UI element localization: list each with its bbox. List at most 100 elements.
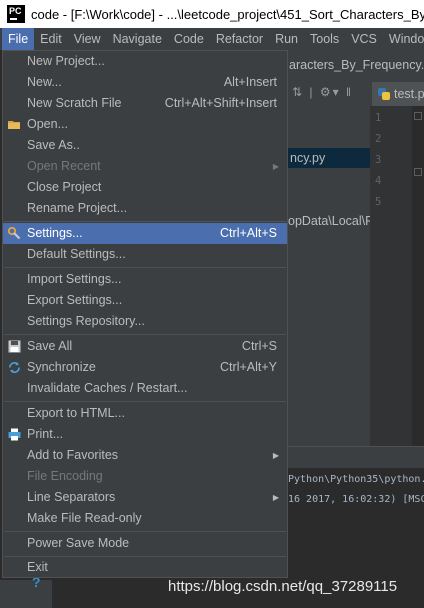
menu-navigate[interactable]: Navigate xyxy=(107,28,168,50)
menu-item-shortcut: Ctrl+Alt+Y xyxy=(220,360,277,374)
menu-item-new-project[interactable]: New Project... xyxy=(3,51,287,72)
menu-item-label: Default Settings... xyxy=(27,247,126,261)
menu-item-label: Export Settings... xyxy=(27,293,123,307)
menu-item-label: Rename Project... xyxy=(27,201,128,215)
menu-item-export-settings[interactable]: Export Settings... xyxy=(3,290,287,311)
tool-window-icons[interactable]: ⇅ | ⚙▾ ‖ xyxy=(292,85,353,99)
menu-item-label: New Scratch File xyxy=(27,96,122,110)
console-line: 16 2017, 16:02:32) [MSC xyxy=(288,494,424,505)
menu-window[interactable]: Windo xyxy=(383,28,424,50)
run-panel-header xyxy=(288,446,424,469)
menu-separator xyxy=(4,334,286,335)
wrench-icon xyxy=(8,227,21,240)
menu-item-make-read-only[interactable]: Make File Read-only xyxy=(3,508,287,529)
file-menu-dropdown: New Project... New... Alt+Insert New Scr… xyxy=(2,50,288,578)
line-number: 3 xyxy=(375,154,382,166)
menu-view[interactable]: View xyxy=(68,28,107,50)
menu-item-default-settings[interactable]: Default Settings... xyxy=(3,244,287,265)
menu-item-label: New... xyxy=(27,75,62,89)
pycharm-logo-icon: PC xyxy=(7,5,25,23)
menu-item-label: Open Recent xyxy=(27,159,101,173)
menu-item-new[interactable]: New... Alt+Insert xyxy=(3,72,287,93)
window-title: code - [F:\Work\code] - ...\leetcode_pro… xyxy=(31,6,424,22)
menu-item-shortcut: Alt+Insert xyxy=(223,75,277,89)
menu-item-settings[interactable]: Settings... Ctrl+Alt+S xyxy=(3,223,287,244)
menu-tools[interactable]: Tools xyxy=(304,28,345,50)
editor-tab[interactable]: test.p xyxy=(372,82,424,106)
menu-item-label: Power Save Mode xyxy=(27,536,130,550)
menu-item-add-to-favorites[interactable]: Add to Favorites ▶ xyxy=(3,445,287,466)
fold-marker-icon[interactable] xyxy=(414,168,422,176)
menu-item-label: Synchronize xyxy=(27,360,96,374)
menu-item-label: Add to Favorites xyxy=(27,448,119,462)
folder-icon xyxy=(8,121,20,129)
menu-code[interactable]: Code xyxy=(168,28,210,50)
menu-item-label: Settings Repository... xyxy=(27,314,145,328)
menu-item-print[interactable]: Print... xyxy=(3,424,287,445)
watermark-text: https://blog.csdn.net/qq_37289115 xyxy=(168,578,398,595)
menu-separator xyxy=(4,221,286,222)
menu-item-label: Make File Read-only xyxy=(27,511,142,525)
menu-item-rename-project[interactable]: Rename Project... xyxy=(3,198,287,219)
menu-bar: File Edit View Navigate Code Refactor Ru… xyxy=(0,28,424,50)
submenu-arrow-icon: ▶ xyxy=(272,162,279,171)
menu-item-save-as[interactable]: Save As.. xyxy=(3,135,287,156)
menu-item-shortcut: Ctrl+Alt+Shift+Insert xyxy=(164,96,277,110)
menu-item-save-all[interactable]: Save All Ctrl+S xyxy=(3,336,287,357)
console-line: Python\Python35\python. xyxy=(288,474,424,485)
save-icon xyxy=(8,340,21,353)
menu-item-settings-repository[interactable]: Settings Repository... xyxy=(3,311,287,332)
menu-item-label: New Project... xyxy=(27,54,105,68)
menu-item-label: Save As.. xyxy=(27,138,80,152)
menu-item-shortcut: Ctrl+S xyxy=(241,339,277,353)
menu-item-label: Open... xyxy=(27,117,68,131)
menu-item-file-encoding: File Encoding xyxy=(3,466,287,487)
menu-item-label: File Encoding xyxy=(27,469,103,483)
menu-item-shortcut: Ctrl+Alt+S xyxy=(220,226,277,240)
menu-separator xyxy=(4,267,286,268)
menu-item-label: Settings... xyxy=(27,226,83,240)
menu-item-label: Save All xyxy=(27,339,73,353)
menu-separator xyxy=(4,531,286,532)
menu-item-synchronize[interactable]: Synchronize Ctrl+Alt+Y xyxy=(3,357,287,378)
submenu-arrow-icon: ▶ xyxy=(272,451,279,460)
fold-marker-icon[interactable] xyxy=(414,112,422,120)
line-number: 2 xyxy=(375,133,382,145)
menu-edit[interactable]: Edit xyxy=(34,28,68,50)
project-tree-path[interactable]: opData\Local\F xyxy=(288,214,373,228)
breadcrumb[interactable]: aracters_By_Frequency.py xyxy=(289,58,424,72)
menu-vcs[interactable]: VCS xyxy=(345,28,383,50)
menu-separator xyxy=(4,401,286,402)
menu-run[interactable]: Run xyxy=(269,28,304,50)
menu-item-label: Close Project xyxy=(27,180,102,194)
menu-file[interactable]: File xyxy=(2,28,35,50)
menu-item-line-separators[interactable]: Line Separators ▶ xyxy=(3,487,287,508)
menu-item-import-settings[interactable]: Import Settings... xyxy=(3,269,287,290)
line-number: 4 xyxy=(375,175,382,187)
editor-area[interactable] xyxy=(412,106,424,446)
menu-item-invalidate-caches[interactable]: Invalidate Caches / Restart... xyxy=(3,378,287,399)
line-number: 5 xyxy=(375,196,382,208)
left-tool-strip xyxy=(0,580,52,608)
menu-item-label: Line Separators xyxy=(27,490,116,504)
sync-icon xyxy=(9,362,20,373)
menu-item-label: Print... xyxy=(27,427,64,441)
line-number: 1 xyxy=(375,112,382,124)
print-icon xyxy=(8,428,21,441)
menu-item-open[interactable]: Open... xyxy=(3,114,287,135)
menu-item-power-save-mode[interactable]: Power Save Mode xyxy=(3,533,287,554)
submenu-arrow-icon: ▶ xyxy=(272,493,279,502)
menu-refactor[interactable]: Refactor xyxy=(210,28,269,50)
python-file-icon xyxy=(378,88,390,100)
menu-item-label: Invalidate Caches / Restart... xyxy=(27,381,188,395)
menu-item-label: Import Settings... xyxy=(27,272,122,286)
menu-item-open-recent: Open Recent ▶ xyxy=(3,156,287,177)
menu-item-exit[interactable]: Exit xyxy=(3,557,287,578)
menu-item-label: Exit xyxy=(27,560,48,574)
editor-gutter: 1 2 3 4 5 xyxy=(370,106,412,446)
menu-item-new-scratch-file[interactable]: New Scratch File Ctrl+Alt+Shift+Insert xyxy=(3,93,287,114)
project-tree-selected-item[interactable]: ncy.py xyxy=(288,148,372,168)
menu-item-close-project[interactable]: Close Project xyxy=(3,177,287,198)
editor-tab-label: test.p xyxy=(394,87,424,101)
menu-item-export-to-html[interactable]: Export to HTML... xyxy=(3,403,287,424)
